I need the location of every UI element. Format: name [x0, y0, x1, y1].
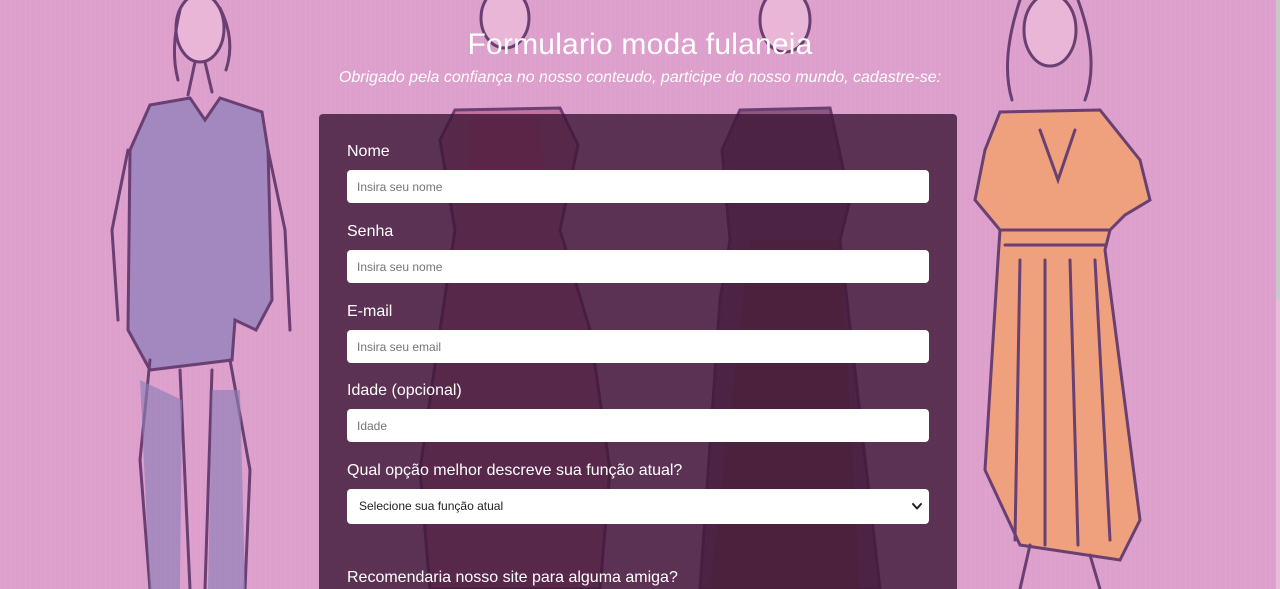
name-label: Nome: [347, 143, 390, 160]
recommend-label: Recomendaria nosso site para alguma amig…: [347, 569, 678, 586]
chevron-down-icon: [912, 503, 922, 510]
role-select-value: Selecione sua função atual: [359, 499, 504, 513]
name-field-group: Nome: [347, 142, 929, 203]
email-field-group: E-mail: [347, 302, 929, 363]
page-title: Formulario moda fulaneia: [467, 28, 813, 61]
page-scrollbar[interactable]: [1276, 0, 1280, 589]
page-subtitle: Obrigado pela confiança no nosso conteud…: [338, 69, 942, 86]
age-input[interactable]: [347, 409, 929, 442]
role-label: Qual opção melhor descreve sua função at…: [347, 462, 683, 479]
sketch-figure-orange-dress: [973, 0, 1152, 589]
email-input[interactable]: [347, 330, 929, 363]
age-label: Idade (opcional): [347, 382, 462, 399]
role-field-group: Qual opção melhor descreve sua função at…: [347, 461, 929, 524]
recommend-field-group: Recomendaria nosso site para alguma amig…: [347, 568, 929, 589]
password-label: Senha: [347, 223, 394, 240]
password-field-group: Senha: [347, 222, 929, 283]
role-select[interactable]: Selecione sua função atual: [347, 489, 929, 524]
password-input[interactable]: [347, 250, 929, 283]
email-label: E-mail: [347, 303, 393, 320]
name-input[interactable]: [347, 170, 929, 203]
page-header: Formulario moda fulaneia Obrigado pela c…: [0, 26, 1280, 88]
sketch-figure-suit: [110, 0, 292, 589]
age-field-group: Idade (opcional): [347, 381, 929, 442]
signup-form: Nome Senha E-mail Idade (opcional) Qual …: [319, 114, 957, 589]
